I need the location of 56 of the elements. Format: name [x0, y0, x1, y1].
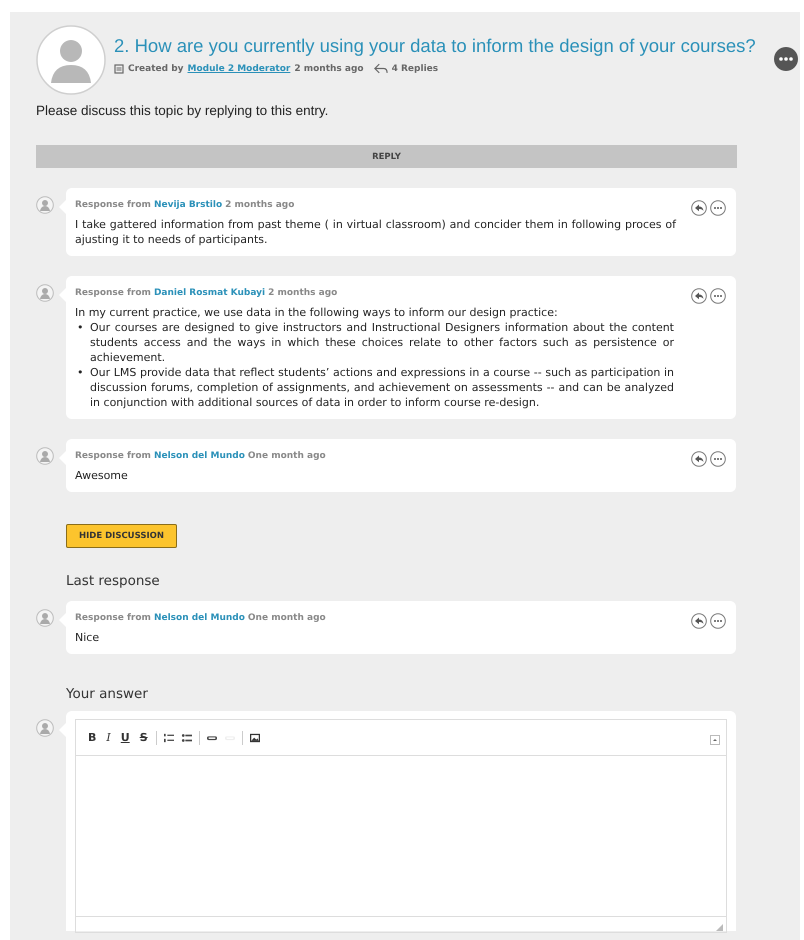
author-link[interactable]: Nevija Brstilo	[154, 200, 222, 210]
collapse-icon[interactable]	[710, 735, 720, 745]
more-options-icon[interactable]	[710, 288, 726, 304]
response-time: One month ago	[248, 451, 326, 461]
response-text: In my current practice, we use data in the following ways to inform our design practice:	[75, 305, 559, 320]
more-options-icon[interactable]	[774, 47, 798, 71]
response-time: 2 months ago	[225, 200, 294, 210]
bold-button[interactable]: B	[86, 731, 98, 744]
avatar-icon	[36, 196, 54, 214]
reply-button[interactable]: REPLY	[36, 145, 737, 168]
replies-count: 4 Replies	[392, 64, 438, 74]
bulleted-list-icon[interactable]	[180, 732, 193, 742]
avatar-icon	[36, 609, 54, 627]
hide-discussion-button[interactable]: HIDE DISCUSSION	[66, 524, 177, 548]
bullet-marker: •	[77, 320, 84, 335]
numbered-list-icon[interactable]	[162, 732, 175, 742]
italic-button[interactable]: I	[104, 731, 113, 744]
response-label: Response from	[75, 451, 151, 461]
reply-icon[interactable]	[691, 613, 707, 629]
reply-icon[interactable]	[691, 200, 707, 216]
author-link[interactable]: Daniel Rosmat Kubayi	[154, 288, 266, 298]
bullet-marker: •	[77, 365, 84, 380]
created-label: Created by	[128, 64, 184, 74]
reply-icon[interactable]	[691, 451, 707, 467]
reply-icon[interactable]	[691, 288, 707, 304]
response-time: One month ago	[248, 613, 326, 623]
response-text: I take gattered information from past theme ( in virtual classroom) and concider them in following proces of ajusting it to needs of participants.	[75, 217, 678, 247]
strike-button[interactable]: S	[138, 731, 150, 744]
post-time: 2 months ago	[294, 64, 364, 74]
text-editor[interactable]: B I U S	[75, 719, 727, 933]
topic-title[interactable]: 2. How are you currently using your data to inform the design of your courses?	[114, 34, 756, 58]
response-text: Awesome	[75, 468, 129, 483]
response-label: Response from	[75, 288, 151, 298]
author-link[interactable]: Module 2 Moderator	[188, 64, 290, 74]
author-link[interactable]: Nelson del Mundo	[154, 451, 245, 461]
avatar-icon	[36, 447, 54, 465]
avatar-icon	[36, 719, 54, 737]
list-item: Our courses are designed to give instructors and Instructional Designers information about the content students access and the ways in which these choices relate to other factors such as persistence or achievement.	[90, 320, 674, 365]
more-options-icon[interactable]	[710, 451, 726, 467]
underline-button[interactable]: U	[118, 731, 132, 744]
avatar-icon	[36, 284, 54, 302]
more-options-icon[interactable]	[710, 200, 726, 216]
resize-handle-icon[interactable]	[716, 924, 723, 931]
list-item: Our LMS provide data that reflect students’ actions and expressions in a course -- such as participation in discussion forums, completion of assignments, and achievement on assessments -- and can be analyzed in conjunction with additional sources of data in order to inform course re-design.	[90, 365, 674, 410]
section-heading: Last response	[66, 573, 161, 589]
more-options-icon[interactable]	[710, 613, 726, 629]
response-text: Nice	[75, 630, 100, 645]
author-link[interactable]: Nelson del Mundo	[154, 613, 245, 623]
section-heading: Your answer	[66, 686, 149, 702]
topic-body: Please discuss this topic by replying to this entry.	[36, 103, 330, 118]
avatar-icon	[36, 25, 106, 95]
reply-arrow-icon	[374, 63, 388, 74]
response-label: Response from	[75, 613, 151, 623]
image-icon[interactable]	[248, 732, 261, 742]
response-label: Response from	[75, 200, 151, 210]
response-time: 2 months ago	[268, 288, 338, 298]
